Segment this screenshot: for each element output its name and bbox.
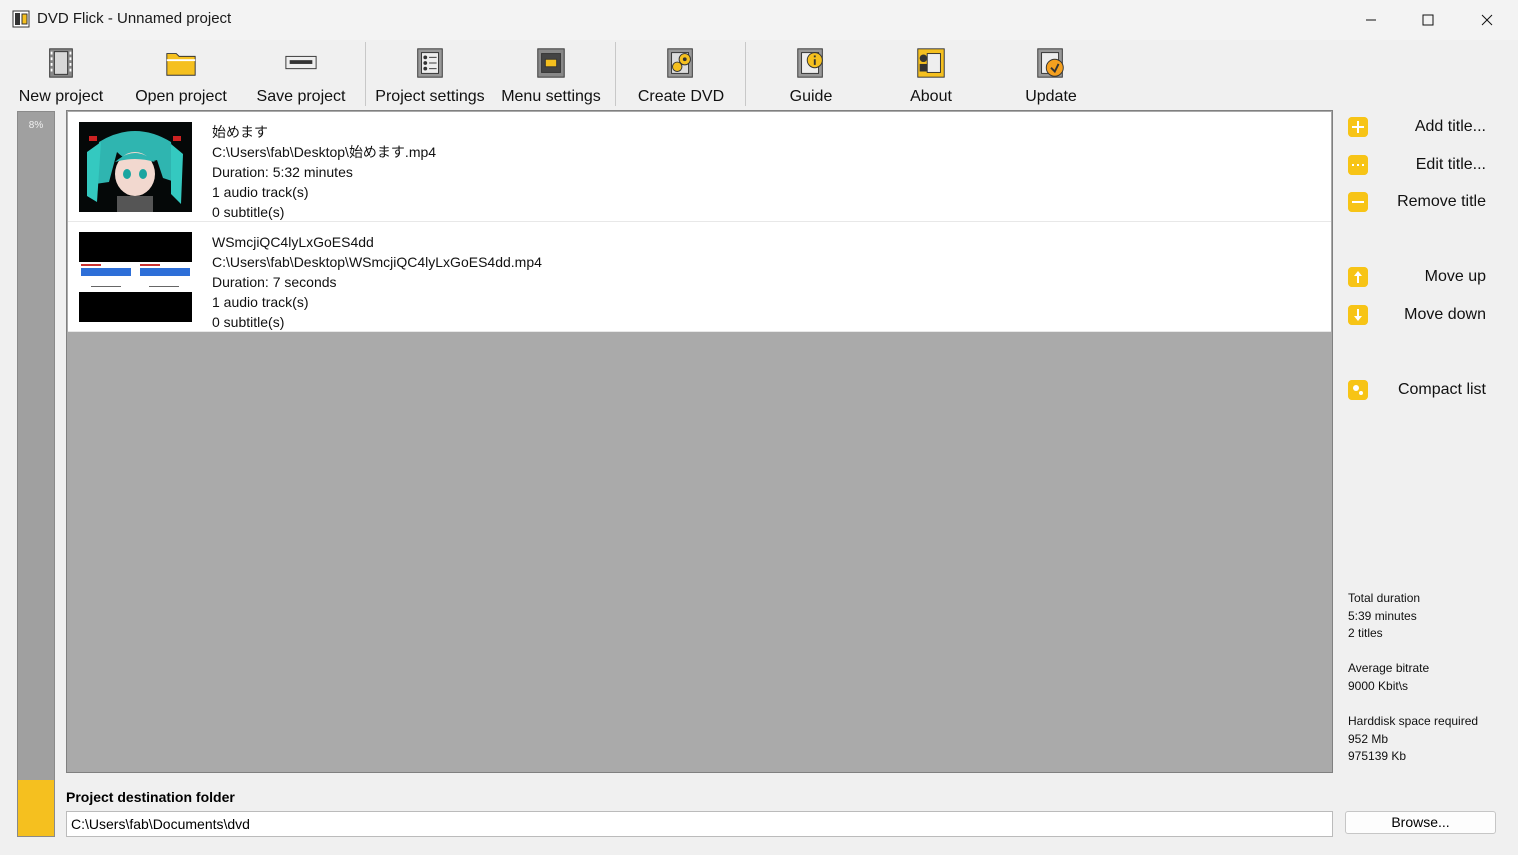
move-down-button[interactable]: Move down <box>1336 301 1486 329</box>
title-thumbnail <box>79 232 192 322</box>
plus-icon <box>1348 117 1368 137</box>
title-subtitles: 0 subtitle(s) <box>212 314 285 330</box>
title-name: WSmcjiQC4lyLxGoES4dd <box>212 234 374 250</box>
title-thumbnail <box>79 122 192 212</box>
update-icon <box>1037 48 1064 78</box>
title-audio-tracks: 1 audio track(s) <box>212 184 309 200</box>
arrow-down-icon <box>1348 305 1368 325</box>
title-row[interactable]: WSmcjiQC4lyLxGoES4dd C:\Users\fab\Deskto… <box>68 222 1331 332</box>
maximize-icon <box>1422 14 1434 26</box>
video-thumbnail-image <box>79 232 192 322</box>
about-button[interactable]: About <box>892 44 970 106</box>
disk-space-mb: 952 Mb <box>1348 731 1389 746</box>
minimize-icon <box>1366 19 1376 21</box>
progress-percent: 8% <box>28 120 44 131</box>
update-button[interactable]: Update <box>1012 44 1090 106</box>
save-project-button[interactable]: Save project <box>252 44 350 106</box>
title-bar: DVD Flick - Unnamed project <box>0 0 1518 40</box>
create-dvd-button[interactable]: Create DVD <box>632 44 730 106</box>
guide-info-icon <box>797 48 823 78</box>
create-dvd-label: Create DVD <box>637 88 725 105</box>
disk-space-label: Harddisk space required <box>1348 714 1479 728</box>
minimize-button[interactable] <box>1342 0 1400 40</box>
destination-folder-label: Project destination folder <box>66 789 235 805</box>
title-duration: Duration: 7 seconds <box>212 274 337 290</box>
disk-space-info: Harddisk space required 952 Mb 975139 Kb <box>1348 713 1478 766</box>
menu-settings-button[interactable]: Menu settings <box>497 44 605 106</box>
total-duration-label: Total duration <box>1348 591 1421 605</box>
toolbar-separator <box>745 42 746 106</box>
destination-folder-input[interactable] <box>66 811 1333 837</box>
title-path: C:\Users\fab\Desktop\WSmcjiQC4lyLxGoES4d… <box>212 254 542 270</box>
bitrate-info: Average bitrate 9000 Kbit\s <box>1348 660 1429 695</box>
title-audio-tracks: 1 audio track(s) <box>212 294 309 310</box>
menu-settings-label: Menu settings <box>501 88 601 105</box>
progress-fill <box>18 780 54 836</box>
settings-list-icon <box>417 48 443 78</box>
total-duration-info: Total duration 5:39 minutes 2 titles <box>1348 590 1420 643</box>
new-project-button[interactable]: New project <box>14 44 108 106</box>
project-settings-label: Project settings <box>375 88 485 105</box>
add-title-button[interactable]: Add title... <box>1336 113 1486 141</box>
about-icon <box>917 48 945 78</box>
titles-count: 2 titles <box>1348 626 1383 640</box>
save-drive-icon <box>285 55 317 70</box>
toolbar-separator <box>615 42 616 106</box>
video-thumbnail-image <box>79 122 192 212</box>
title-name: 始めます <box>212 124 268 140</box>
app-icon <box>12 10 30 28</box>
ellipsis-icon <box>1348 155 1368 175</box>
title-details: WSmcjiQC4lyLxGoES4dd C:\Users\fab\Deskto… <box>212 232 542 332</box>
title-details: 始めます C:\Users\fab\Desktop\始めます.mp4 Durat… <box>212 122 436 222</box>
save-project-label: Save project <box>256 88 346 105</box>
add-title-label: Add title... <box>1414 118 1486 135</box>
about-label: About <box>910 88 952 105</box>
create-dvd-icon <box>667 48 693 78</box>
project-settings-button[interactable]: Project settings <box>372 44 488 106</box>
title-path: C:\Users\fab\Desktop\始めます.mp4 <box>212 144 437 160</box>
film-icon <box>49 48 73 78</box>
open-project-button[interactable]: Open project <box>130 44 232 106</box>
menu-icon <box>537 48 565 78</box>
guide-button[interactable]: Guide <box>772 44 850 106</box>
title-list[interactable]: 始めます C:\Users\fab\Desktop\始めます.mp4 Durat… <box>66 110 1333 773</box>
minus-icon <box>1348 192 1368 212</box>
open-project-label: Open project <box>135 88 227 105</box>
average-bitrate-value: 9000 Kbit\s <box>1348 678 1409 693</box>
guide-label: Guide <box>789 88 833 105</box>
compact-list-label: Compact list <box>1397 381 1486 398</box>
average-bitrate-label: Average bitrate <box>1348 661 1430 675</box>
title-subtitles: 0 subtitle(s) <box>212 204 285 220</box>
close-icon <box>1481 14 1493 26</box>
move-up-button[interactable]: Move up <box>1336 263 1486 291</box>
encode-progress-bar: 8% <box>17 111 55 837</box>
remove-title-button[interactable]: Remove title <box>1336 188 1486 216</box>
close-button[interactable] <box>1458 0 1516 40</box>
new-project-label: New project <box>18 88 104 105</box>
total-duration-value: 5:39 minutes <box>1348 608 1417 623</box>
edit-title-button[interactable]: Edit title... <box>1336 151 1486 179</box>
window-title: DVD Flick - Unnamed project <box>37 10 232 27</box>
disk-space-kb: 975139 Kb <box>1348 749 1407 763</box>
update-label: Update <box>1025 88 1077 105</box>
move-up-label: Move up <box>1424 268 1486 285</box>
toolbar: New project Open project Save project Pr… <box>0 40 1518 108</box>
arrow-up-icon <box>1348 267 1368 287</box>
title-row[interactable]: 始めます C:\Users\fab\Desktop\始めます.mp4 Durat… <box>68 112 1331 222</box>
title-duration: Duration: 5:32 minutes <box>212 164 353 180</box>
toolbar-separator <box>365 42 366 106</box>
folder-icon <box>166 53 196 76</box>
maximize-button[interactable] <box>1399 0 1457 40</box>
compact-list-icon <box>1348 380 1368 400</box>
move-down-label: Move down <box>1404 306 1486 323</box>
browse-button[interactable]: Browse... <box>1345 811 1496 834</box>
compact-list-button[interactable]: Compact list <box>1336 376 1486 404</box>
edit-title-label: Edit title... <box>1415 156 1486 173</box>
remove-title-label: Remove title <box>1397 193 1486 210</box>
